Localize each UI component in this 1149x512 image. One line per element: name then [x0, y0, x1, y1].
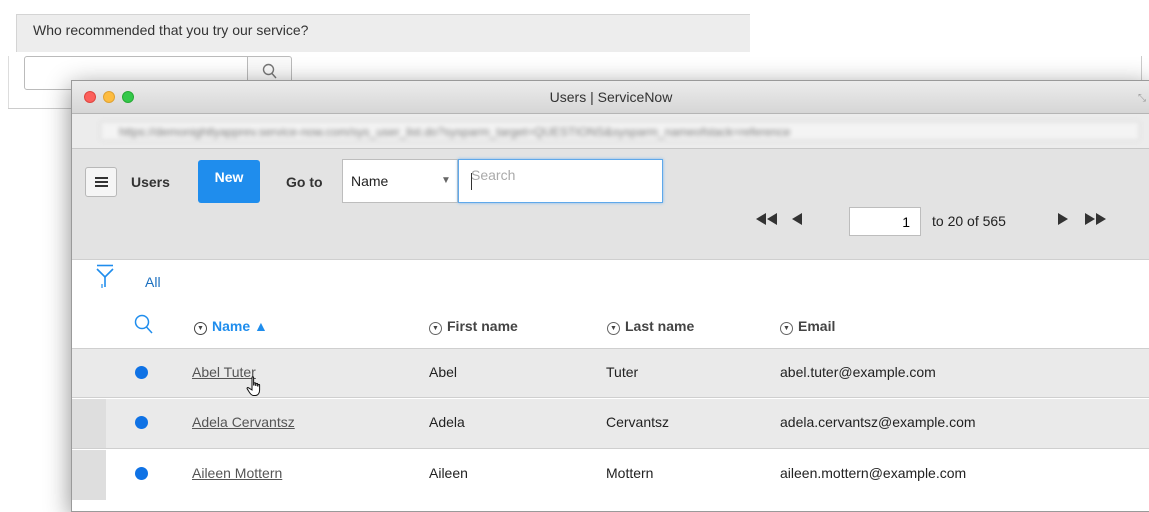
column-menu-icon[interactable]: ▼ — [780, 322, 793, 335]
email-cell: aileen.mottern@example.com — [780, 465, 967, 481]
column-header-first-name[interactable]: ▼ First name — [429, 318, 518, 335]
breadcrumb-item-all[interactable]: All — [145, 274, 161, 290]
goto-field-select[interactable]: Name ▼ — [342, 159, 458, 203]
first-name-cell: Adela — [429, 414, 465, 430]
column-header-email[interactable]: ▼ Email — [780, 318, 835, 335]
column-menu-icon[interactable]: ▼ — [429, 322, 442, 335]
pointer-hand-icon — [246, 376, 261, 396]
status-dot-icon — [135, 416, 148, 429]
column-header-name[interactable]: ▼ Name ▲ — [194, 318, 268, 335]
window-titlebar[interactable]: Users | ServiceNow ⤡ — [72, 81, 1149, 114]
goto-label: Go to — [286, 174, 323, 190]
row-gutter — [72, 450, 106, 500]
double-right-icon[interactable] — [1085, 213, 1107, 225]
url-field[interactable]: https://demonightlyapprev.service-now.co… — [100, 121, 1140, 141]
search-icon[interactable] — [134, 314, 154, 336]
new-button[interactable]: New — [198, 160, 260, 203]
table-row: Aileen Mottern Aileen Mottern aileen.mot… — [72, 450, 1149, 500]
goto-field-value: Name — [351, 173, 389, 189]
status-dot-icon — [135, 366, 148, 379]
breadcrumb: All — [72, 260, 1149, 300]
status-dot-icon — [135, 467, 148, 480]
column-header-label: Name ▲ — [212, 318, 268, 334]
first-name-cell: Abel — [429, 364, 458, 380]
column-header-label: Last name — [625, 318, 695, 334]
users-popup-window: Users | ServiceNow ⤡ https://demonightly… — [71, 80, 1149, 512]
double-left-icon[interactable] — [756, 213, 778, 225]
column-header-last-name[interactable]: ▼ Last name — [607, 318, 694, 335]
hamburger-icon — [95, 177, 108, 179]
row-gutter — [72, 399, 106, 448]
left-icon[interactable] — [792, 213, 803, 225]
last-name-cell: Mottern — [606, 465, 654, 481]
hamburger-icon — [95, 185, 108, 187]
right-icon[interactable] — [1058, 213, 1069, 225]
user-name-link[interactable]: Aileen Mottern — [192, 465, 282, 481]
list-menu-button[interactable] — [85, 167, 117, 197]
page-number-input[interactable] — [849, 207, 921, 236]
table-row: Abel Tuter Abel Tuter abel.tuter@example… — [72, 348, 1149, 398]
first-name-cell: Aileen — [429, 465, 468, 481]
user-name-link[interactable]: Adela Cervantsz — [192, 414, 295, 430]
form-border — [8, 56, 9, 108]
question-label: Who recommended that you try our service… — [16, 14, 750, 52]
list-title: Users — [131, 174, 170, 190]
email-cell: adela.cervantsz@example.com — [780, 414, 976, 430]
table-row: Adela Cervantsz Adela Cervantsz adela.ce… — [72, 399, 1149, 449]
column-header-label: Email — [798, 318, 836, 334]
text-caret — [471, 173, 472, 190]
hamburger-icon — [95, 181, 108, 183]
page-range-text: to 20 of 565 — [932, 213, 1006, 229]
email-cell: abel.tuter@example.com — [780, 364, 936, 380]
search-icon — [262, 63, 277, 79]
row-gutter — [72, 349, 106, 397]
list-search-input[interactable] — [458, 159, 663, 203]
column-menu-icon[interactable]: ▼ — [607, 322, 620, 335]
window-title: Users | ServiceNow — [549, 89, 673, 105]
address-bar: https://demonightlyapprev.service-now.co… — [72, 114, 1149, 149]
last-name-cell: Cervantsz — [606, 414, 670, 430]
column-header-label: First name — [447, 318, 518, 334]
list-header: Users New Go to Name ▼ to 20 of 565 — [72, 149, 1149, 260]
resize-icon[interactable]: ⤡ — [1138, 93, 1146, 104]
column-menu-icon[interactable]: ▼ — [194, 322, 207, 335]
last-name-cell: Tuter — [606, 364, 639, 380]
funnel-icon[interactable] — [96, 264, 114, 290]
chevron-down-icon: ▼ — [441, 175, 451, 186]
